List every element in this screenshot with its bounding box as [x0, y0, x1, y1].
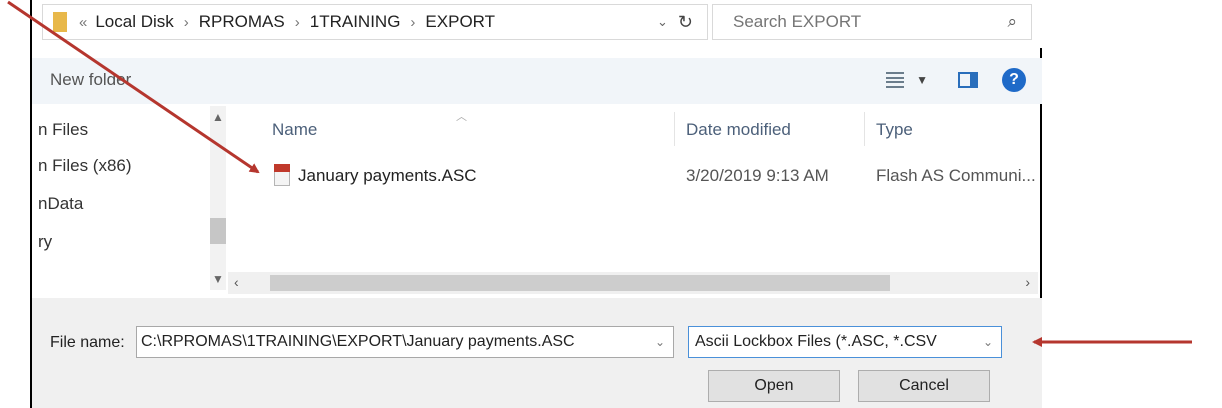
- annotation-arrow-file: [7, 0, 260, 174]
- annotation-arrows: [7, 0, 1192, 347]
